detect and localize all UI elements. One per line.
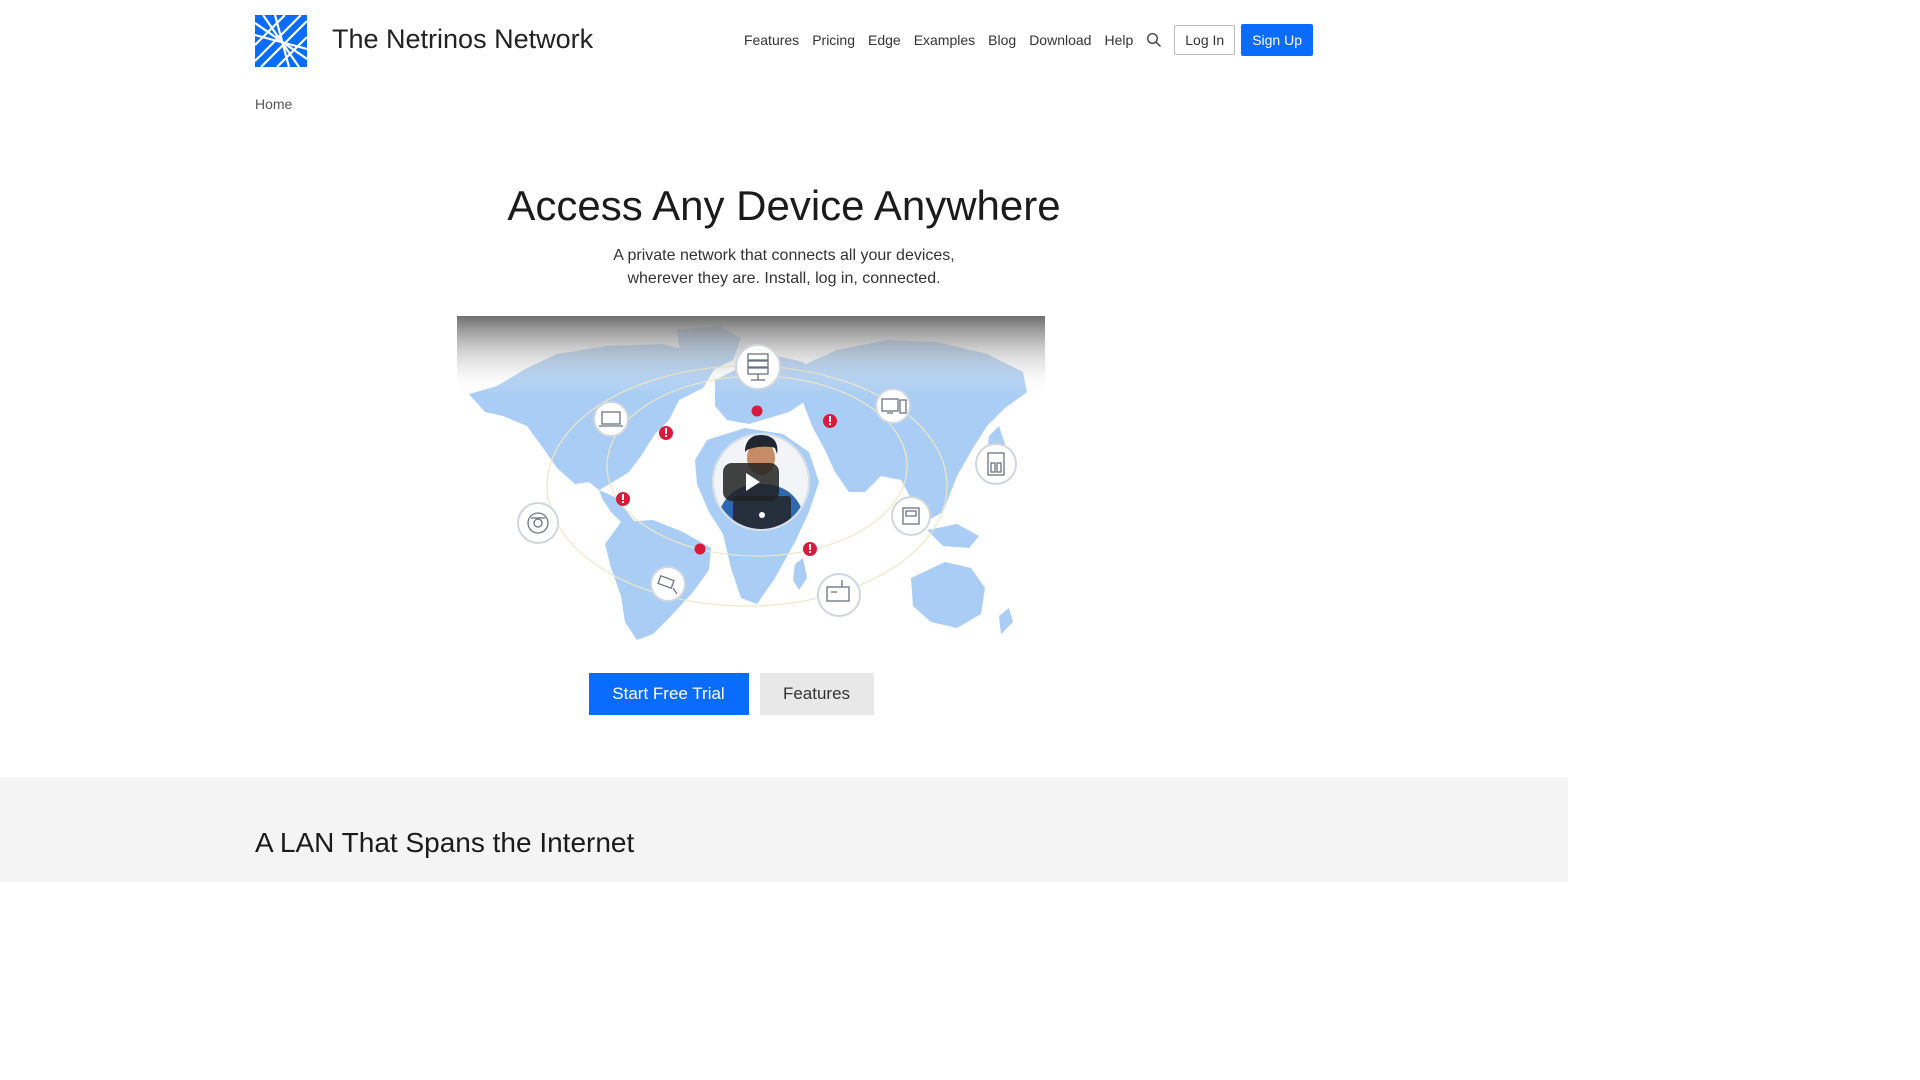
hero-subtitle: A private network that connects all your… (0, 244, 1568, 290)
main-nav: Features Pricing Edge Examples Blog Down… (744, 24, 1313, 56)
play-icon (723, 463, 779, 501)
nav-examples[interactable]: Examples (914, 32, 975, 48)
nav-download[interactable]: Download (1029, 32, 1091, 48)
laptop-icon (593, 401, 629, 437)
nav-features[interactable]: Features (744, 32, 799, 48)
nav-pricing[interactable]: Pricing (812, 32, 855, 48)
hero-title: Access Any Device Anywhere (507, 182, 1061, 229)
nas-icon (975, 443, 1017, 485)
hero-subtitle-line-2: wherever they are. Install, log in, conn… (627, 270, 941, 287)
hero-video[interactable] (457, 316, 1045, 642)
signup-button[interactable]: Sign Up (1241, 24, 1313, 56)
hero-subtitle-line-1: A private network that connects all your… (613, 247, 955, 264)
section-title: A LAN That Spans the Internet (255, 827, 635, 858)
nav-blog[interactable]: Blog (988, 32, 1016, 48)
site-header: The Netrinos Network Features Pricing Ed… (255, 14, 1313, 68)
nav-help[interactable]: Help (1104, 32, 1133, 48)
features-button[interactable]: Features (759, 673, 874, 715)
netrinos-logo-icon[interactable] (255, 15, 307, 67)
cta-group: Start Free Trial Features (0, 673, 1568, 715)
start-free-trial-button[interactable]: Start Free Trial (588, 673, 749, 715)
robot-vacuum-icon (517, 502, 559, 544)
login-button[interactable]: Log In (1174, 25, 1236, 55)
site-title[interactable]: The Netrinos Network (332, 24, 593, 55)
search-icon[interactable] (1146, 32, 1162, 48)
nav-edge[interactable]: Edge (868, 32, 901, 48)
lan-section: A LAN That Spans the Internet (0, 777, 1568, 882)
camera-icon (650, 566, 686, 602)
router-icon (817, 573, 861, 617)
breadcrumb[interactable]: Home (255, 96, 292, 112)
desktop-icon (875, 388, 911, 424)
